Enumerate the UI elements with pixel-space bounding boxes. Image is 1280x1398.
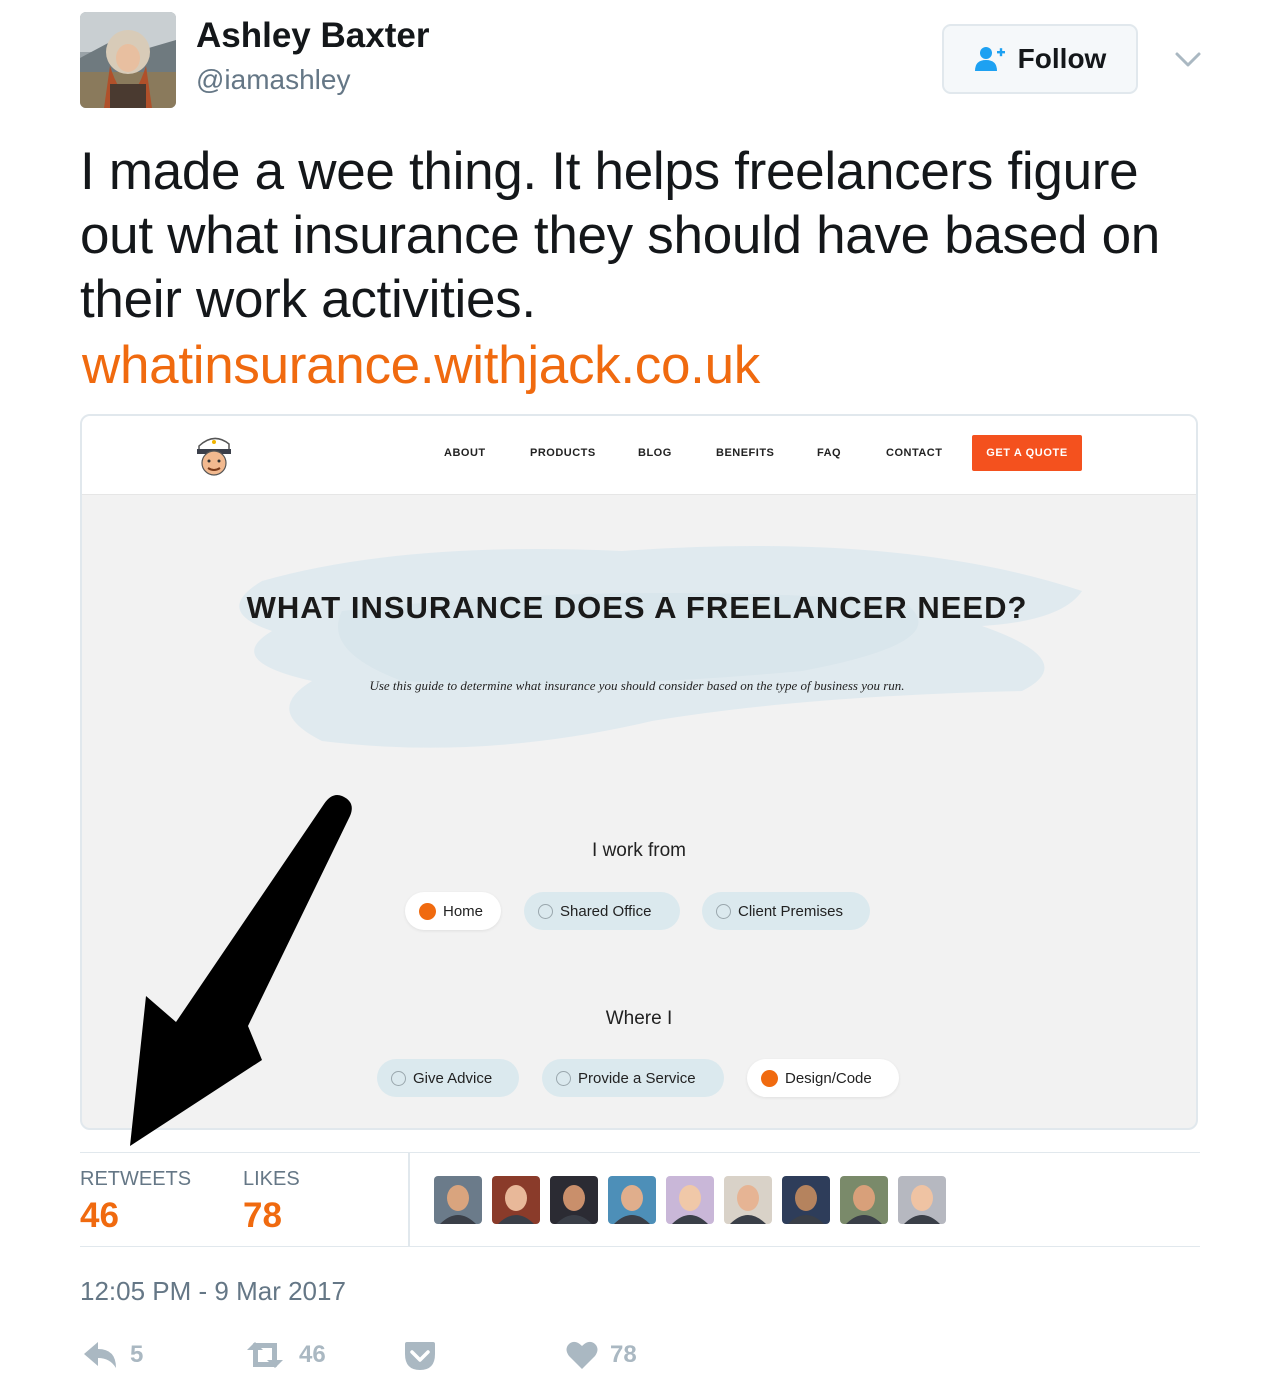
- likes-count[interactable]: 78: [243, 1196, 282, 1236]
- reply-action[interactable]: 5: [82, 1340, 143, 1370]
- radio-empty-icon: [391, 1070, 406, 1086]
- radio-selected-icon: [761, 1069, 778, 1087]
- add-user-icon: [974, 47, 1005, 71]
- stats-divider-bottom: [80, 1246, 1200, 1247]
- author-display-name[interactable]: Ashley Baxter: [196, 16, 429, 56]
- retweets-label[interactable]: RETWEETS: [80, 1168, 191, 1191]
- option-home[interactable]: Home: [405, 892, 501, 930]
- option-client-premises[interactable]: Client Premises: [702, 892, 870, 930]
- tweet-link[interactable]: whatinsurance.withjack.co.uk: [82, 334, 760, 398]
- reply-icon: [84, 1342, 116, 1368]
- liker-avatar[interactable]: [666, 1176, 714, 1224]
- liker-avatar[interactable]: [898, 1176, 946, 1224]
- stats-divider-vertical: [408, 1152, 410, 1246]
- retweet-count: 46: [299, 1341, 326, 1368]
- liker-avatar[interactable]: [724, 1176, 772, 1224]
- hero-title: WHAT INSURANCE DOES A FREELANCER NEED?: [246, 590, 1028, 625]
- reply-count: 5: [130, 1341, 144, 1368]
- option-shared-office[interactable]: Shared Office: [524, 892, 680, 930]
- heart-icon: [566, 1341, 598, 1369]
- nav-contact[interactable]: CONTACT: [886, 447, 942, 459]
- retweet-action[interactable]: 46: [243, 1340, 326, 1370]
- liker-avatar[interactable]: [840, 1176, 888, 1224]
- nav-benefits[interactable]: BENEFITS: [716, 447, 774, 459]
- nav-about[interactable]: ABOUT: [444, 447, 486, 459]
- option-label: Give Advice: [413, 1069, 493, 1087]
- captain-logo-icon[interactable]: [194, 430, 234, 478]
- follow-button[interactable]: Follow: [942, 24, 1138, 94]
- pocket-action[interactable]: [402, 1340, 438, 1372]
- liker-avatar[interactable]: [434, 1176, 482, 1224]
- option-give-advice[interactable]: Give Advice: [377, 1059, 519, 1097]
- nav-faq[interactable]: FAQ: [817, 447, 841, 459]
- liker-avatar[interactable]: [492, 1176, 540, 1224]
- retweet-icon: [247, 1342, 283, 1368]
- like-action[interactable]: 78: [566, 1340, 637, 1370]
- radio-empty-icon: [538, 903, 553, 919]
- radio-selected-icon: [419, 902, 436, 920]
- liker-avatar[interactable]: [608, 1176, 656, 1224]
- likes-label[interactable]: LIKES: [243, 1168, 300, 1191]
- option-label: Design/Code: [785, 1069, 872, 1087]
- like-count: 78: [610, 1341, 637, 1368]
- liker-avatar[interactable]: [550, 1176, 598, 1224]
- site-nav: ABOUT PRODUCTS BLOG BENEFITS FAQ CONTACT…: [82, 416, 1196, 495]
- option-label: Home: [443, 902, 484, 920]
- radio-empty-icon: [556, 1070, 571, 1086]
- stats-divider-top: [80, 1152, 1200, 1153]
- liker-avatar[interactable]: [782, 1176, 830, 1224]
- chevron-down-icon[interactable]: [1172, 44, 1204, 76]
- author-avatar[interactable]: [80, 12, 176, 108]
- retweets-count[interactable]: 46: [80, 1196, 119, 1236]
- annotation-arrow-icon: [130, 795, 352, 1146]
- follow-button-label: Follow: [1017, 43, 1107, 74]
- radio-empty-icon: [716, 903, 731, 919]
- option-design-code[interactable]: Design/Code: [747, 1059, 899, 1097]
- pocket-save-icon: [405, 1342, 435, 1370]
- nav-products[interactable]: PRODUCTS: [530, 447, 596, 459]
- nav-blog[interactable]: BLOG: [638, 447, 672, 459]
- option-provide-a-service[interactable]: Provide a Service: [542, 1059, 724, 1097]
- watercolor-brush-background: [239, 546, 1083, 748]
- get-a-quote-button[interactable]: GET A QUOTE: [972, 435, 1082, 471]
- tweet-timestamp[interactable]: 12:05 PM - 9 Mar 2017: [80, 1276, 346, 1307]
- option-label: Shared Office: [560, 902, 652, 920]
- option-label: Provide a Service: [578, 1069, 696, 1087]
- hero-subtitle: Use this guide to determine what insuran…: [369, 678, 905, 693]
- author-handle[interactable]: @iamashley: [196, 64, 350, 96]
- option-label: Client Premises: [738, 902, 844, 920]
- tweet-text: I made a wee thing. It helps freelancers…: [80, 142, 1160, 329]
